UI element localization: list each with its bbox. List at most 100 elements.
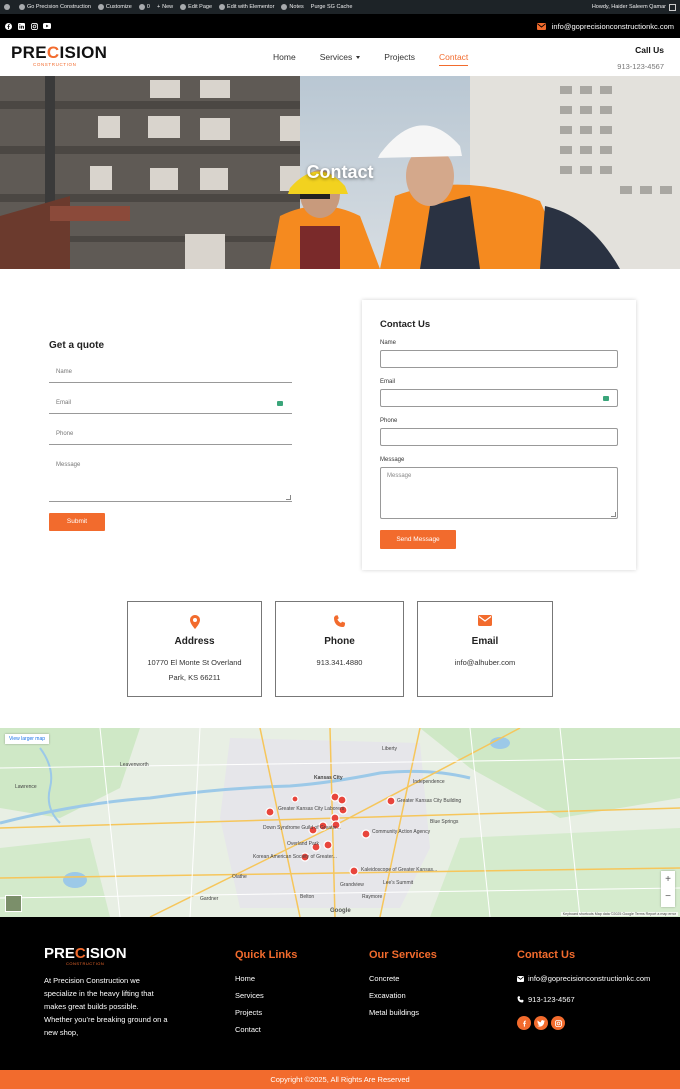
- zoom-controls: + −: [661, 871, 675, 907]
- contact-phone-input[interactable]: [380, 428, 618, 446]
- view-larger-map-link[interactable]: View larger map: [5, 734, 50, 744]
- admin-customize-link[interactable]: Customize: [97, 4, 132, 10]
- map-label: Grandview: [340, 882, 364, 888]
- footer-service-metal-buildings[interactable]: Metal buildings: [369, 1008, 437, 1017]
- contact-name-input[interactable]: [380, 350, 618, 368]
- footer-link-contact[interactable]: Contact: [235, 1025, 297, 1034]
- top-email-link[interactable]: info@goprecisionconstructionkc.com: [536, 22, 674, 31]
- site-header: PRECISION CONSTRUCTION Home Services Pro…: [0, 38, 680, 76]
- map-label: Korean American Society of Greater...: [253, 854, 337, 860]
- email-box: Email info@alhuber.com: [417, 601, 553, 697]
- admin-site-link[interactable]: Go Precision Construction: [19, 4, 91, 10]
- footer-service-concrete[interactable]: Concrete: [369, 974, 437, 983]
- contact-form-heading: Contact Us: [380, 319, 431, 330]
- footer-contact: Contact Us info@goprecisionconstructionk…: [517, 949, 650, 1030]
- resize-handle-icon[interactable]: [611, 512, 616, 517]
- phone-label: Phone: [380, 418, 398, 424]
- instagram-icon[interactable]: [551, 1016, 565, 1030]
- admin-bar: Go Precision Construction Customize 0 + N…: [0, 0, 680, 14]
- map-label: Greater Kansas City Building: [397, 798, 461, 804]
- quote-phone-input[interactable]: Phone: [49, 425, 292, 445]
- twitter-icon[interactable]: [534, 1016, 548, 1030]
- home-icon: [19, 4, 25, 10]
- map-canvas[interactable]: Greater Kansas City Laborers Greater Kan…: [0, 728, 680, 917]
- footer-social-icons: [517, 1016, 650, 1030]
- wordpress-icon[interactable]: [4, 4, 12, 10]
- admin-new-link[interactable]: + New: [157, 4, 173, 10]
- facebook-icon[interactable]: [4, 22, 12, 30]
- footer-services: Our Services Concrete Excavation Metal b…: [369, 949, 437, 1017]
- send-message-button[interactable]: Send Message: [380, 530, 456, 549]
- nav-home[interactable]: Home: [273, 52, 296, 62]
- pencil-icon: [180, 4, 187, 10]
- admin-elementor-link[interactable]: Edit with Elementor: [219, 4, 274, 10]
- zoom-out-button[interactable]: −: [661, 888, 675, 905]
- call-us-block[interactable]: Call Us 913-123-4567: [617, 45, 664, 71]
- footer-service-excavation[interactable]: Excavation: [369, 991, 437, 1000]
- top-contact-bar: info@goprecisionconstructionkc.com: [0, 14, 680, 38]
- autofill-icon[interactable]: [603, 396, 609, 401]
- map-label: Raymore: [362, 894, 383, 900]
- map-label: Gardner: [200, 896, 219, 902]
- brush-icon: [97, 4, 104, 10]
- admin-notes-link[interactable]: Notes: [281, 4, 304, 10]
- footer-about-text: At Precision Construction we specialize …: [44, 976, 168, 1037]
- contact-form-card: Contact Us Name Email Phone Message Mess…: [362, 300, 636, 570]
- avatar: [669, 3, 676, 11]
- footer-link-projects[interactable]: Projects: [235, 1008, 297, 1017]
- map-label: Blue Springs: [430, 819, 459, 825]
- name-label: Name: [380, 340, 397, 346]
- linkedin-icon[interactable]: [17, 22, 25, 30]
- quote-name-input[interactable]: Name: [49, 363, 292, 383]
- caret-down-icon: [356, 56, 361, 60]
- admin-purge-cache-link[interactable]: Purge SG Cache: [311, 4, 353, 10]
- google-logo: Google: [330, 908, 351, 914]
- map-label: Kaleidoscope of Greater Kansas...: [361, 867, 437, 873]
- footer-link-home[interactable]: Home: [235, 974, 297, 983]
- elementor-icon: [219, 4, 226, 10]
- quote-email-input[interactable]: Email: [49, 394, 292, 414]
- admin-account-menu[interactable]: Howdy, Haider Saleem Qamar: [592, 3, 676, 11]
- map-label: Lee's Summit: [383, 880, 414, 886]
- zoom-in-button[interactable]: +: [661, 871, 675, 888]
- youtube-icon[interactable]: [43, 22, 51, 30]
- admin-comments-link[interactable]: 0: [138, 4, 150, 10]
- phone-icon: [276, 615, 403, 629]
- map-label: Olathe: [232, 874, 247, 880]
- google-map[interactable]: Greater Kansas City Laborers Greater Kan…: [0, 728, 680, 917]
- plus-icon: +: [156, 4, 161, 10]
- autofill-icon[interactable]: [277, 401, 283, 406]
- admin-edit-page-link[interactable]: Edit Page: [180, 4, 212, 10]
- nav-services[interactable]: Services: [320, 52, 361, 62]
- nav-contact[interactable]: Contact: [439, 52, 469, 66]
- instagram-icon[interactable]: [30, 22, 38, 30]
- map-label: Independence: [413, 779, 445, 785]
- map-label: Leavenworth: [120, 762, 149, 768]
- map-label: Down Syndrome Guild of Greater...: [263, 825, 341, 831]
- quote-form-heading: Get a quote: [49, 340, 105, 351]
- address-box: Address 10770 El Monte St Overland Park, …: [127, 601, 262, 697]
- phone-box: Phone 913.341.4880: [275, 601, 404, 697]
- site-logo[interactable]: PRECISION CONSTRUCTION: [11, 44, 107, 67]
- copyright-bar: Copyright ©2025, All Rights Are Reserved: [0, 1070, 680, 1089]
- facebook-icon[interactable]: [517, 1016, 531, 1030]
- map-label: Kansas City: [314, 775, 343, 781]
- footer-link-services[interactable]: Services: [235, 991, 297, 1000]
- footer-email-link[interactable]: info@goprecisionconstructionkc.com: [517, 974, 650, 983]
- page-title: Contact: [306, 162, 374, 182]
- footer-logo[interactable]: PRECISION CONSTRUCTION: [44, 946, 127, 966]
- nav-projects[interactable]: Projects: [384, 52, 415, 62]
- resize-handle-icon[interactable]: [286, 495, 291, 500]
- quote-submit-button[interactable]: Submit: [49, 513, 105, 531]
- map-attribution[interactable]: Keyboard shortcuts Map data ©2025 Google…: [560, 912, 678, 916]
- contact-email-input[interactable]: [380, 389, 618, 407]
- comment-icon: [138, 4, 145, 10]
- footer-phone-link[interactable]: 913-123-4567: [517, 995, 650, 1004]
- notes-icon: [281, 4, 288, 10]
- map-label: Community Action Agency: [372, 829, 431, 835]
- satellite-toggle[interactable]: [5, 895, 22, 912]
- contact-message-textarea[interactable]: Message: [380, 467, 618, 519]
- map-label: Lawrence: [15, 784, 37, 790]
- message-label: Message: [380, 457, 405, 463]
- quote-message-textarea[interactable]: Message: [49, 456, 292, 502]
